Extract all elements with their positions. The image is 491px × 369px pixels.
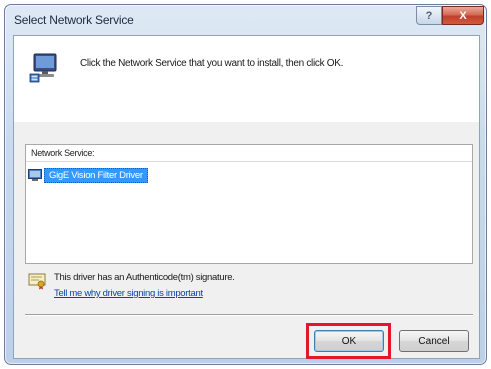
select-network-service-dialog: Select Network Service ? X Click the Net… xyxy=(4,4,487,365)
list-header-label: Network Service: xyxy=(31,148,95,158)
cancel-button[interactable]: Cancel xyxy=(399,330,469,352)
network-computer-icon xyxy=(29,53,57,83)
window-title: Select Network Service xyxy=(14,13,134,27)
list-item[interactable]: GigE Vision Filter Driver xyxy=(28,167,148,183)
list-item-label: GigE Vision Filter Driver xyxy=(44,167,148,183)
close-button[interactable]: X xyxy=(442,6,484,25)
help-icon: ? xyxy=(425,9,433,22)
driver-signing-link[interactable]: Tell me why driver signing is important xyxy=(54,288,203,299)
list-header: Network Service: xyxy=(26,145,472,162)
signature-text: This driver has an Authenticode(tm) sign… xyxy=(54,272,235,283)
instruction-text: Click the Network Service that you want … xyxy=(80,58,344,69)
close-icon: X xyxy=(459,9,467,22)
separator xyxy=(25,314,473,316)
network-service-icon xyxy=(28,169,42,181)
network-service-list[interactable]: Network Service: GigE Vision Filter Driv… xyxy=(25,144,473,264)
help-button[interactable]: ? xyxy=(416,6,442,25)
header-band: Click the Network Service that you want … xyxy=(14,36,479,122)
dialog-body: Click the Network Service that you want … xyxy=(13,35,480,359)
title-bar[interactable]: Select Network Service ? X xyxy=(5,5,486,35)
ok-button[interactable]: OK xyxy=(314,330,384,352)
certificate-icon xyxy=(28,273,46,290)
